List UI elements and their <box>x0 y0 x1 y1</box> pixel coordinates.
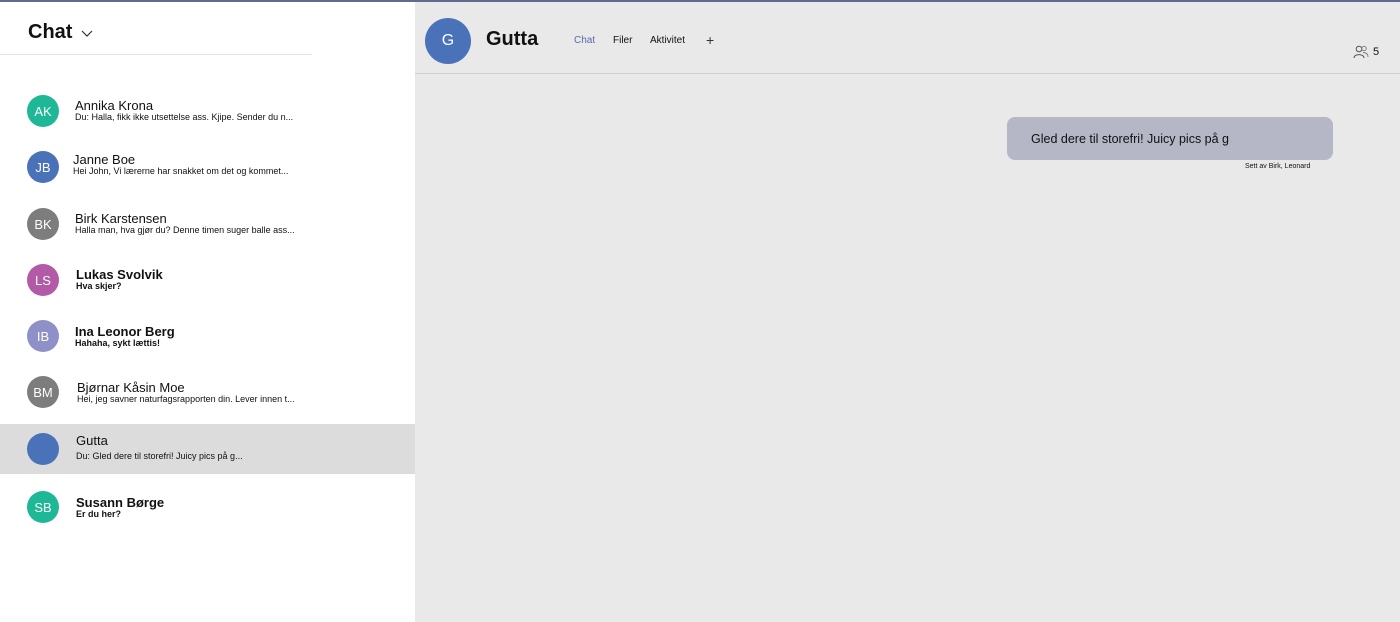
sidebar-header: Chat <box>0 2 312 55</box>
sidebar-title[interactable]: Chat <box>28 21 72 44</box>
chat-item-preview: Halla man, hva gjør du? Denne timen suge… <box>75 225 295 235</box>
chat-item-name: Birk Karstensen <box>75 211 167 226</box>
avatar: IB <box>27 320 59 352</box>
chat-list-item[interactable]: BK Birk Karstensen Halla man, hva gjør du?… <box>0 199 415 249</box>
message-text: Gled dere til storefri! Juicy pics på g <box>1031 131 1229 146</box>
avatar[interactable]: G <box>425 18 471 64</box>
chat-item-name: Bjørnar Kåsin Moe <box>77 380 185 395</box>
chat-list-item[interactable]: Gutta Du: Gled dere til storefri! Juicy p… <box>0 424 415 474</box>
chat-item-name: Janne Boe <box>73 152 136 167</box>
chat-list-item[interactable]: AK Annika Krona Du: Halla, fikk ikke utset… <box>0 86 415 136</box>
add-tab-button[interactable]: + <box>706 32 714 48</box>
avatar: AK <box>27 95 59 127</box>
avatar: LS <box>27 264 59 296</box>
conversation-pane: G Gutta Chat Filer Aktivitet + 5 Gled de… <box>415 2 1400 622</box>
chat-list-item[interactable]: IB Ina Leonor Berg Hahaha, sykt lættis! <box>0 311 415 361</box>
avatar: BM <box>27 376 59 408</box>
conversation-title: Gutta <box>486 28 539 50</box>
tab-activity[interactable]: Aktivitet <box>650 35 685 46</box>
tab-chat[interactable]: Chat <box>574 35 595 46</box>
chat-item-name: Susann Børge <box>76 495 165 510</box>
chat-list-item[interactable]: LS Lukas Svolvik Hva skjer? <box>0 255 415 305</box>
participants-button[interactable]: 5 <box>1353 45 1379 59</box>
chat-item-preview: Du: Halla, fikk ikke utsettelse ass. Kji… <box>75 112 294 122</box>
avatar: JB <box>27 151 59 183</box>
conversation-header: G Gutta Chat Filer Aktivitet + 5 <box>415 2 1400 74</box>
chat-item-preview: Hva skjer? <box>76 281 122 291</box>
chat-item-name: Ina Leonor Berg <box>75 324 175 339</box>
chat-item-preview: Hei, jeg savner naturfagsrapporten din. … <box>77 394 295 404</box>
chat-item-name: Lukas Svolvik <box>76 267 163 282</box>
chat-item-name: Gutta <box>76 433 108 448</box>
people-icon <box>1353 45 1369 59</box>
seen-by-label: Sett av Birk, Leonard <box>1245 163 1311 170</box>
chat-item-preview: Er du her? <box>76 509 122 519</box>
chat-item-preview: Hei John, Vi lærerne har snakket om det … <box>73 166 289 176</box>
message-bubble[interactable]: Gled dere til storefri! Juicy pics på g <box>1007 117 1333 160</box>
avatar <box>27 433 59 465</box>
chevron-down-icon[interactable] <box>80 26 94 40</box>
chat-item-name: Annika Krona <box>75 98 154 113</box>
chat-item-preview: Hahaha, sykt lættis! <box>75 338 161 348</box>
avatar: BK <box>27 208 59 240</box>
avatar: SB <box>27 491 59 523</box>
participant-count: 5 <box>1373 46 1380 58</box>
chat-list-item[interactable]: BM Bjørnar Kåsin Moe Hei, jeg savner natur… <box>0 367 415 417</box>
chat-sidebar: Chat AK Annika Krona Du: Halla, fikk ikke … <box>0 2 415 622</box>
chat-item-preview: Du: Gled dere til storefri! Juicy pics p… <box>76 451 243 461</box>
tab-files[interactable]: Filer <box>613 35 632 46</box>
chat-list-item[interactable]: JB Janne Boe Hei John, Vi lærerne har snak… <box>0 142 415 192</box>
chat-list-item[interactable]: SB Susann Børge Er du her? <box>0 482 415 532</box>
